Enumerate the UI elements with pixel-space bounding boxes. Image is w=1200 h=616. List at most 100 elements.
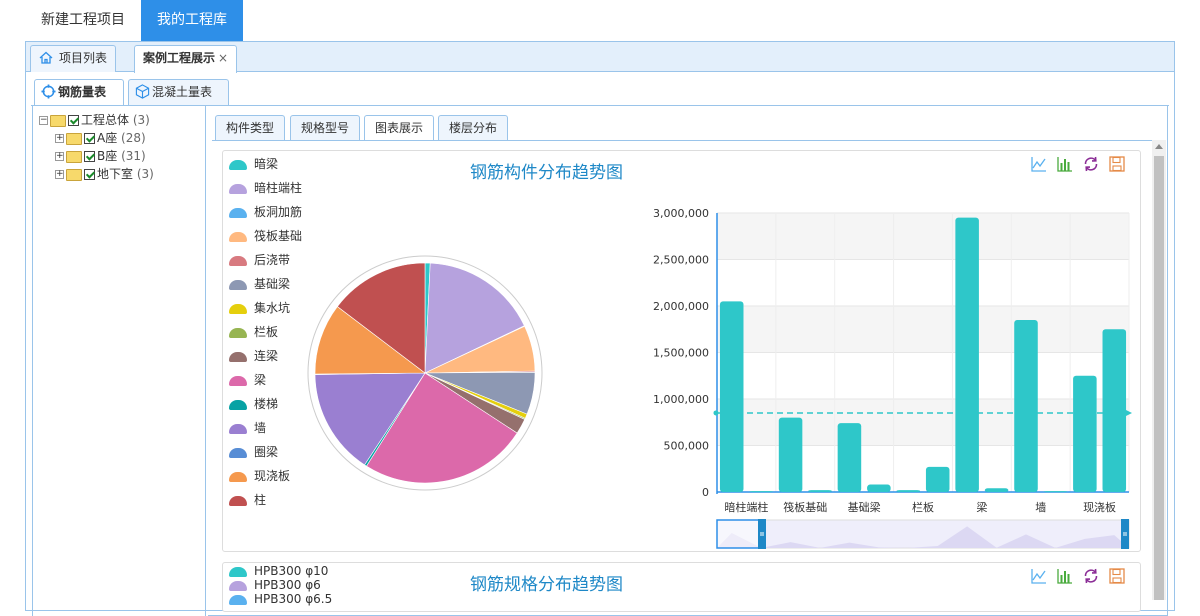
- tab-concrete[interactable]: 混凝土量表: [128, 79, 229, 105]
- legend-label: 集水坑: [254, 301, 291, 315]
- legend-swatch: [229, 183, 247, 194]
- y-tick-label: 500,000: [664, 440, 710, 453]
- line-chart-icon[interactable]: [1030, 155, 1048, 173]
- y-tick-label: 2,500,000: [653, 254, 709, 267]
- bar[interactable]: [1073, 375, 1097, 492]
- scroll-thumb[interactable]: [1154, 156, 1164, 600]
- bar[interactable]: [955, 217, 979, 492]
- bar[interactable]: [984, 488, 1009, 492]
- bar[interactable]: [749, 491, 773, 493]
- cube-icon: [135, 84, 150, 99]
- legend-item[interactable]: 板洞加筋: [229, 204, 302, 220]
- zoom-handle-left[interactable]: [758, 519, 766, 549]
- legend-item[interactable]: 墙: [229, 420, 266, 436]
- expand-icon[interactable]: +: [55, 134, 64, 143]
- legend-item[interactable]: 柱: [229, 492, 266, 508]
- folder-icon: [66, 132, 82, 145]
- y-tick-label: 3,000,000: [653, 207, 709, 220]
- y-tick-label: 0: [702, 486, 709, 499]
- tree-item[interactable]: + A座 (28): [55, 129, 146, 147]
- legend-label: 板洞加筋: [254, 205, 303, 219]
- tab-floor[interactable]: 楼层分布: [438, 115, 509, 140]
- legend-label: HPB300 φ6: [254, 578, 321, 592]
- average-marker: [713, 410, 719, 416]
- tree-root-count: (3): [132, 113, 150, 127]
- legend-swatch: [229, 375, 247, 386]
- bar-chart-icon[interactable]: [1056, 155, 1074, 173]
- tree-root[interactable]: − 工程总体 (3): [39, 111, 150, 129]
- legend-swatch: [229, 159, 247, 170]
- legend-label: 后浇带: [254, 253, 291, 267]
- tree-item-count: (31): [121, 149, 146, 163]
- bar-chart-icon[interactable]: [1056, 567, 1074, 585]
- tab-rebar[interactable]: 钢筋量表: [34, 79, 124, 106]
- tree-checkbox[interactable]: [68, 115, 79, 126]
- tab-chart-display[interactable]: 图表展示: [364, 115, 435, 141]
- collapse-icon[interactable]: −: [39, 116, 48, 125]
- tab-project-list[interactable]: 项目列表: [30, 45, 117, 72]
- x-tick-label: 梁: [976, 500, 987, 514]
- tree-item[interactable]: + B座 (31): [55, 147, 146, 165]
- refresh-icon[interactable]: [1082, 155, 1100, 173]
- page-tab-bar: 项目列表 案例工程展示 ×: [26, 42, 1174, 73]
- legend-swatch: [229, 423, 247, 434]
- legend-swatch: [229, 231, 247, 242]
- tab-case-display[interactable]: 案例工程展示 ×: [134, 45, 238, 73]
- bar[interactable]: [719, 301, 744, 492]
- tab-new-project[interactable]: 新建工程项目: [25, 0, 141, 41]
- bar[interactable]: [778, 417, 803, 492]
- legend-item[interactable]: HPB300 φ6.5: [229, 591, 332, 607]
- bar[interactable]: [1102, 329, 1127, 492]
- legend-item[interactable]: 筏板基础: [229, 228, 302, 244]
- tab-spec[interactable]: 规格型号: [290, 115, 361, 140]
- save-icon[interactable]: [1108, 155, 1126, 173]
- expand-icon[interactable]: +: [55, 152, 64, 161]
- legend-swatch: [229, 279, 247, 290]
- legend-item[interactable]: 暗梁: [229, 156, 278, 172]
- x-tick-label: 栏板: [912, 500, 934, 514]
- bar[interactable]: [867, 484, 891, 492]
- bar[interactable]: [1043, 491, 1068, 493]
- legend-item[interactable]: 连梁: [229, 348, 278, 364]
- bar[interactable]: [837, 423, 862, 492]
- x-tick-label: 暗柱端柱: [724, 500, 768, 514]
- tree-root-label: 工程总体: [81, 113, 130, 127]
- bar[interactable]: [925, 466, 950, 492]
- legend-item[interactable]: 暗柱端柱: [229, 180, 302, 196]
- zoom-handle-right[interactable]: [1121, 519, 1129, 549]
- vertical-scrollbar[interactable]: [1152, 140, 1166, 600]
- bar[interactable]: [1014, 319, 1038, 492]
- legend-label: 筏板基础: [254, 229, 303, 243]
- tree-item[interactable]: + 地下室 (3): [55, 165, 154, 183]
- legend-item[interactable]: 楼梯: [229, 396, 278, 412]
- bar[interactable]: [896, 490, 921, 492]
- save-icon[interactable]: [1108, 567, 1126, 585]
- legend-item[interactable]: 梁: [229, 372, 266, 388]
- zoom-window[interactable]: [716, 519, 764, 549]
- x-tick-label: 墙: [1035, 500, 1046, 514]
- zoom-slider-track[interactable]: [716, 519, 1130, 549]
- bar[interactable]: [808, 490, 832, 492]
- legend-item[interactable]: 后浇带: [229, 252, 290, 268]
- line-chart-icon[interactable]: [1030, 567, 1048, 585]
- tab-close-button[interactable]: ×: [218, 51, 228, 65]
- tree-item-label: B座: [97, 149, 118, 163]
- legend-item[interactable]: 栏板: [229, 324, 278, 340]
- tree-checkbox[interactable]: [84, 169, 95, 180]
- tab-component-type[interactable]: 构件类型: [215, 115, 286, 140]
- refresh-icon[interactable]: [1082, 567, 1100, 585]
- tree-checkbox[interactable]: [84, 133, 95, 144]
- chart-panel-component: 钢筋构件分布趋势图 暗梁 暗柱端柱 板洞加筋 筏板基础 后浇带 基础梁 集水坑 栏板 连梁梁楼梯…: [222, 150, 1141, 552]
- expand-icon[interactable]: +: [55, 170, 64, 179]
- legend-item[interactable]: 现浇板: [229, 468, 290, 484]
- tree-checkbox[interactable]: [84, 151, 95, 162]
- legend-item[interactable]: 圈梁: [229, 444, 278, 460]
- legend-item[interactable]: 集水坑: [229, 300, 290, 316]
- legend-label: HPB300 φ6.5: [254, 592, 333, 606]
- scroll-up-icon[interactable]: [1155, 144, 1163, 149]
- tree-item-label: 地下室: [97, 167, 134, 181]
- legend-swatch: [229, 255, 247, 266]
- tab-my-library[interactable]: 我的工程库: [141, 0, 243, 41]
- legend-item[interactable]: 基础梁: [229, 276, 290, 292]
- divider: [212, 140, 1165, 141]
